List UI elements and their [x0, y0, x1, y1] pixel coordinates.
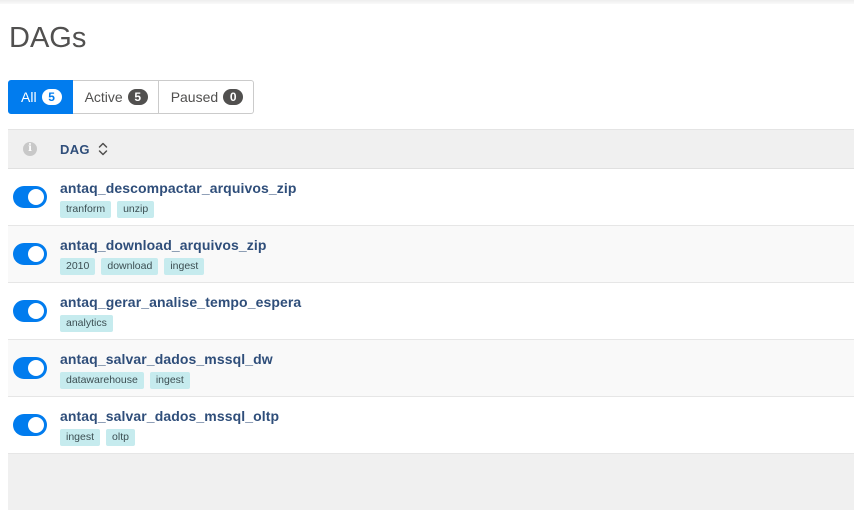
table-row: antaq_download_arquivos_zip 2010 downloa…	[8, 226, 854, 283]
dag-cell: antaq_download_arquivos_zip 2010 downloa…	[60, 226, 267, 275]
filter-active-button[interactable]: Active 5	[72, 80, 159, 114]
filter-paused-label: Paused	[170, 89, 219, 105]
dag-tag[interactable]: tranform	[60, 201, 112, 218]
dag-tag[interactable]: unzip	[117, 201, 155, 218]
dag-tags: ingest oltp	[60, 429, 279, 446]
toggle-cell	[8, 226, 52, 282]
dag-cell: antaq_salvar_dados_mssql_dw datawarehous…	[60, 340, 273, 389]
toggle-knob	[28, 246, 44, 262]
page-title: DAGs	[9, 22, 87, 54]
dag-column-header[interactable]: DAG	[60, 130, 108, 168]
dag-tag[interactable]: ingest	[149, 372, 190, 389]
dag-column-label: DAG	[60, 141, 90, 157]
dag-pause-toggle[interactable]	[13, 186, 47, 208]
toggle-knob	[28, 360, 44, 376]
toggle-knob	[28, 417, 44, 433]
dag-tags: 2010 download ingest	[60, 258, 267, 275]
dag-tag[interactable]: analytics	[60, 315, 113, 332]
dag-name-link[interactable]: antaq_salvar_dados_mssql_oltp	[60, 408, 279, 424]
sort-icon	[98, 142, 108, 156]
dag-tag[interactable]: ingest	[60, 429, 101, 446]
dag-tag[interactable]: download	[101, 258, 159, 275]
filter-all-button[interactable]: All 5	[8, 80, 73, 114]
filter-paused-button[interactable]: Paused 0	[158, 80, 255, 114]
toggle-knob	[28, 303, 44, 319]
table-row: antaq_salvar_dados_mssql_oltp ingest olt…	[8, 397, 854, 454]
dag-tag[interactable]: datawarehouse	[60, 372, 144, 389]
filter-active-label: Active	[84, 89, 123, 105]
toggle-cell	[8, 397, 52, 453]
dag-tags: datawarehouse ingest	[60, 372, 273, 389]
filter-paused-count-badge: 0	[223, 89, 244, 105]
dag-name-link[interactable]: antaq_salvar_dados_mssql_dw	[60, 351, 273, 367]
top-bar	[0, 0, 854, 4]
dag-pause-toggle[interactable]	[13, 300, 47, 322]
toggle-cell	[8, 169, 52, 225]
dag-tags: analytics	[60, 315, 301, 332]
filter-active-count-badge: 5	[127, 89, 148, 105]
table-row: antaq_salvar_dados_mssql_dw datawarehous…	[8, 340, 854, 397]
info-header-cell: i	[8, 130, 52, 168]
filter-all-count-badge: 5	[41, 89, 62, 105]
dag-tag[interactable]: oltp	[106, 429, 135, 446]
table-header: i DAG	[8, 130, 854, 169]
dag-cell: antaq_salvar_dados_mssql_oltp ingest olt…	[60, 397, 279, 446]
toggle-knob	[28, 189, 44, 205]
dag-tag[interactable]: 2010	[60, 258, 96, 275]
filter-all-label: All	[21, 89, 37, 105]
dag-cell: antaq_descompactar_arquivos_zip tranform…	[60, 169, 297, 218]
table-row: antaq_descompactar_arquivos_zip tranform…	[8, 169, 854, 226]
dag-pause-toggle[interactable]	[13, 357, 47, 379]
info-icon[interactable]: i	[23, 142, 37, 156]
dag-name-link[interactable]: antaq_download_arquivos_zip	[60, 237, 267, 253]
dag-name-link[interactable]: antaq_descompactar_arquivos_zip	[60, 180, 297, 196]
dag-tags: tranform unzip	[60, 201, 297, 218]
dag-tag[interactable]: ingest	[164, 258, 205, 275]
toggle-cell	[8, 340, 52, 396]
dag-pause-toggle[interactable]	[13, 243, 47, 265]
table-row: antaq_gerar_analise_tempo_espera analyti…	[8, 283, 854, 340]
dag-cell: antaq_gerar_analise_tempo_espera analyti…	[60, 283, 301, 332]
status-filter-group: All 5 Active 5 Paused 0	[8, 80, 255, 114]
dag-name-link[interactable]: antaq_gerar_analise_tempo_espera	[60, 294, 301, 310]
toggle-cell	[8, 283, 52, 339]
dags-table: i DAG antaq_descompactar_arquivos_zip tr…	[8, 129, 854, 510]
dag-pause-toggle[interactable]	[13, 414, 47, 436]
